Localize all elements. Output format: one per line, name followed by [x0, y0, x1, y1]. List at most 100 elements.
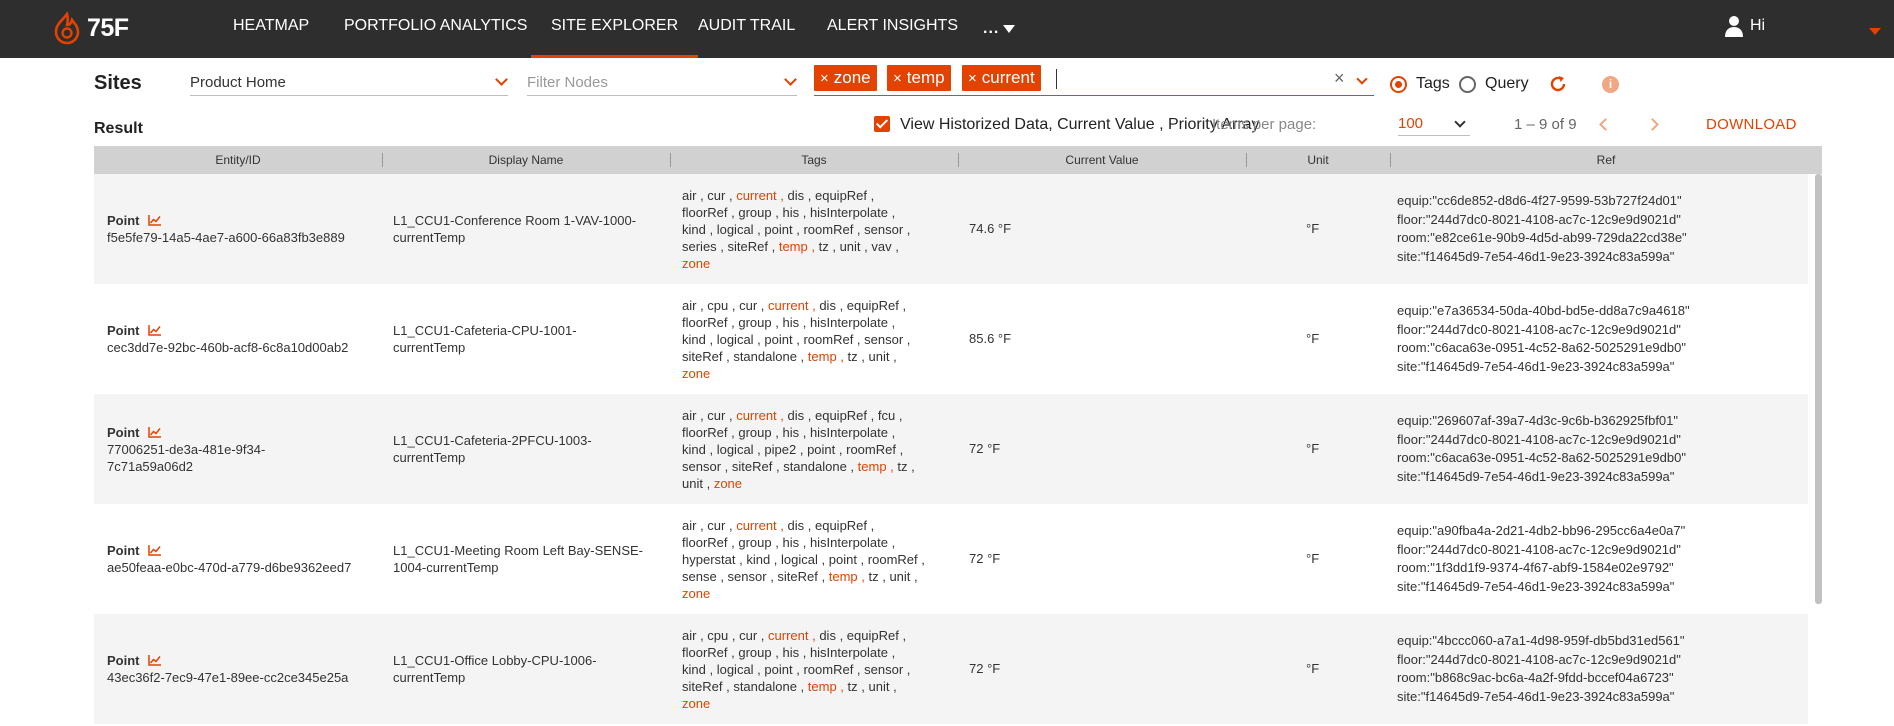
ref-line[interactable]: site:"f14645d9-7e54-46d1-9e23-3924c83a59…: [1397, 578, 1797, 597]
nav-audit-trail[interactable]: AUDIT TRAIL: [698, 0, 795, 58]
ref-line[interactable]: floor:"244d7dc0-8021-4108-ac7c-12c9e9d90…: [1397, 321, 1797, 340]
tag-item: unit: [839, 238, 861, 254]
tag-item: siteRef: [777, 568, 818, 584]
result-heading: Result: [94, 120, 143, 137]
tag-item: kind: [682, 441, 706, 457]
tag-filter-input[interactable]: × zone × temp × current: [814, 64, 1374, 96]
nav-alert-insights[interactable]: ALERT INSIGHTS: [827, 0, 958, 58]
entity-id[interactable]: f5e5fe79-14a5-4ae7-a600-66a83fb3e889: [107, 229, 375, 246]
ref-line[interactable]: floor:"244d7dc0-8021-4108-ac7c-12c9e9d90…: [1397, 431, 1797, 450]
ref-line[interactable]: room:"1f3dd1f9-9374-4f67-abf9-1584e02e97…: [1397, 559, 1797, 578]
column-header-ref[interactable]: Ref: [1390, 146, 1822, 174]
next-page-icon[interactable]: [1646, 118, 1659, 131]
ref-line[interactable]: equip:"a90fba4a-2d21-4db2-bb96-295cc6a4e…: [1397, 522, 1797, 541]
column-header-tags[interactable]: Tags: [670, 146, 958, 174]
tag-separator: ,: [888, 204, 896, 220]
site-dropdown-value: Product Home: [190, 74, 286, 91]
trend-chart-icon[interactable]: [147, 655, 161, 666]
trend-chart-icon[interactable]: [147, 325, 161, 336]
historized-data-checkbox[interactable]: [874, 116, 890, 132]
site-dropdown[interactable]: Product Home: [190, 72, 508, 96]
nav-more-menu[interactable]: ...: [983, 0, 1016, 58]
tag-separator: ,: [696, 627, 708, 643]
ref-line[interactable]: site:"f14645d9-7e54-46d1-9e23-3924c83a59…: [1397, 468, 1797, 487]
ref-line[interactable]: site:"f14645d9-7e54-46d1-9e23-3924c83a59…: [1397, 688, 1797, 707]
tags-line: sense , sensor , siteRef , temp , tz , u…: [682, 568, 952, 585]
tag-separator: ,: [727, 534, 739, 550]
download-button[interactable]: DOWNLOAD: [1706, 116, 1797, 133]
user-menu-caret-icon[interactable]: [1869, 28, 1881, 35]
ref-line[interactable]: equip:"4bccc060-a7a1-4d98-959f-db5bd31ed…: [1397, 632, 1797, 651]
ref-line[interactable]: room:"c6aca63e-0951-4c52-8a62-5025291e9d…: [1397, 339, 1797, 358]
ref-line[interactable]: room:"c6aca63e-0951-4c52-8a62-5025291e9d…: [1397, 449, 1797, 468]
trend-chart-icon[interactable]: [147, 215, 161, 226]
ref-line[interactable]: room:"b868c9ac-bc6a-4a2f-9fdd-bccef04a67…: [1397, 669, 1797, 688]
chip-remove-icon[interactable]: ×: [893, 70, 902, 87]
tag-item: equipRef: [814, 187, 868, 203]
trend-chart-icon[interactable]: [147, 545, 161, 556]
column-header-current-value[interactable]: Current Value: [958, 146, 1246, 174]
tag-item: floorRef: [682, 314, 728, 330]
table-row[interactable]: Point cec3dd7e-92bc-460b-acf8-6c8a10d00ab…: [94, 284, 1808, 394]
ref-line[interactable]: floor:"244d7dc0-8021-4108-ac7c-12c9e9d90…: [1397, 651, 1797, 670]
tag-separator: ,: [903, 331, 911, 347]
ref-line[interactable]: equip:"cc6de852-d8d6-4f27-9599-53b727f24…: [1397, 192, 1797, 211]
trend-chart-icon[interactable]: [147, 426, 161, 438]
brand-logo[interactable]: 75F: [52, 10, 129, 46]
info-icon[interactable]: i: [1602, 76, 1619, 93]
nav-more-label: ...: [983, 20, 1000, 37]
entity-id[interactable]: ae50feaa-e0bc-470d-a779-d6be9362eed7: [107, 559, 375, 576]
user-menu[interactable]: Hi: [1724, 15, 1765, 37]
ref-line[interactable]: site:"f14645d9-7e54-46d1-9e23-3924c83a59…: [1397, 358, 1797, 377]
column-header-entity[interactable]: Entity/ID: [94, 146, 382, 174]
tag-chip-zone[interactable]: × zone: [814, 65, 877, 91]
column-header-display-name[interactable]: Display Name: [382, 146, 670, 174]
chip-remove-icon[interactable]: ×: [968, 70, 977, 87]
entity-id[interactable]: cec3dd7e-92bc-460b-acf8-6c8a10d00ab2: [107, 339, 375, 356]
ref-line[interactable]: site:"f14645d9-7e54-46d1-9e23-3924c83a59…: [1397, 248, 1797, 267]
display-name-line: L1_CCU1-Meeting Room Left Bay-SENSE-: [393, 543, 643, 558]
entity-type: Point: [107, 213, 140, 228]
items-per-page-value: 100: [1398, 115, 1424, 132]
tag-separator: ,: [776, 407, 788, 423]
table-row[interactable]: Point 43ec36f2-7ec9-47e1-89ee-cc2ce345e25…: [94, 614, 1808, 724]
table-row[interactable]: Point 77006251-de3a-481e-9f34- 7c71a59a06d…: [94, 394, 1808, 504]
table-scrollbar[interactable]: [1815, 174, 1822, 604]
tag-item: group: [738, 644, 772, 660]
entity-id[interactable]: 7c71a59a06d2: [107, 458, 375, 475]
items-per-page-select[interactable]: 100: [1398, 114, 1470, 136]
tag-separator: ,: [867, 407, 878, 423]
tag-chip-current[interactable]: × current: [962, 65, 1041, 91]
tag-separator: ,: [846, 458, 858, 474]
nav-heatmap[interactable]: HEATMAP: [233, 0, 309, 58]
chip-remove-icon[interactable]: ×: [820, 70, 829, 87]
tag-separator: ,: [853, 661, 865, 677]
ref-line[interactable]: floor:"244d7dc0-8021-4108-ac7c-12c9e9d90…: [1397, 211, 1797, 230]
table-header: Entity/ID Display Name Tags Current Valu…: [94, 146, 1822, 174]
table-row[interactable]: Point f5e5fe79-14a5-4ae7-a600-66a83fb3e88…: [94, 174, 1808, 284]
nav-portfolio-analytics[interactable]: PORTFOLIO ANALYTICS: [344, 0, 527, 58]
previous-page-icon[interactable]: [1599, 118, 1612, 131]
radio-tags[interactable]: [1390, 76, 1407, 93]
ref-line[interactable]: equip:"269607af-39a7-4d3c-9c6b-b362925fb…: [1397, 412, 1797, 431]
refresh-icon[interactable]: [1548, 74, 1568, 94]
entity-id[interactable]: 77006251-de3a-481e-9f34-: [107, 441, 375, 458]
display-name-line: L1_CCU1-Office Lobby-CPU-1006-: [393, 653, 597, 668]
entity-id[interactable]: 43ec36f2-7ec9-47e1-89ee-cc2ce345e25a: [107, 669, 375, 686]
column-header-unit[interactable]: Unit: [1246, 146, 1390, 174]
radio-query[interactable]: [1459, 76, 1476, 93]
chip-label: temp: [906, 68, 945, 87]
tag-chip-temp[interactable]: × temp: [887, 65, 951, 91]
table-row[interactable]: Point ae50feaa-e0bc-470d-a779-d6be9362eed…: [94, 504, 1808, 614]
tags-line: zone: [682, 695, 952, 712]
filter-nodes-dropdown[interactable]: Filter Nodes: [527, 72, 797, 96]
tag-item: cur: [707, 187, 726, 203]
clear-icon[interactable]: ×: [1334, 68, 1345, 89]
ref-line[interactable]: floor:"244d7dc0-8021-4108-ac7c-12c9e9d90…: [1397, 541, 1797, 560]
ref-line[interactable]: equip:"e7a36534-50da-40bd-bd5e-dd8a7c9a4…: [1397, 302, 1797, 321]
tag-item: air: [682, 297, 697, 313]
tag-item: kind: [682, 331, 706, 347]
tag-item: zone: [682, 585, 711, 601]
nav-site-explorer[interactable]: SITE EXPLORER: [530, 0, 699, 58]
ref-line[interactable]: room:"e82ce61e-90b9-4d5d-ab99-729da22cd3…: [1397, 229, 1797, 248]
